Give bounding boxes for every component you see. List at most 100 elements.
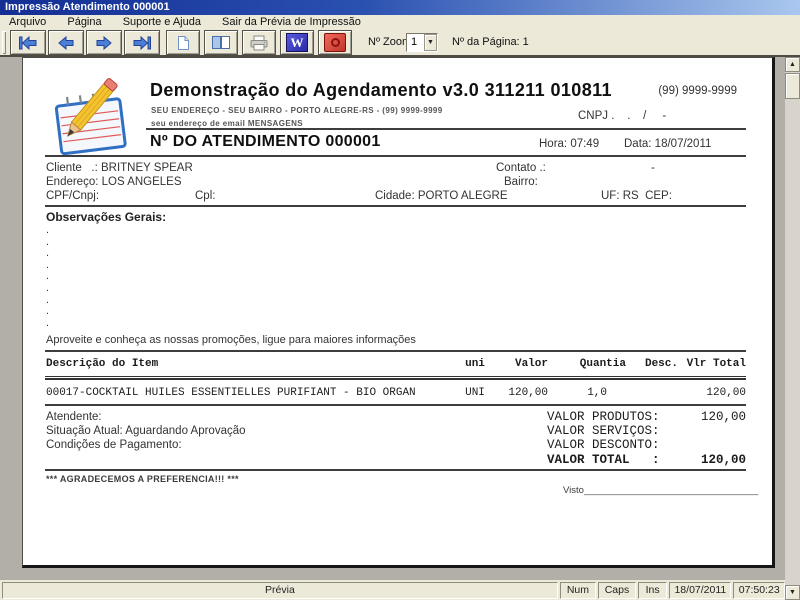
- signature-line: Visto_________________________________: [563, 485, 759, 496]
- word-icon: W: [286, 33, 308, 52]
- observation-dot-line: .: [46, 305, 50, 318]
- cpl-label: Cpl:: [195, 190, 216, 202]
- scroll-down-button[interactable]: ▼: [785, 585, 800, 600]
- printer-icon: [249, 35, 269, 51]
- item-descricao: 00017-COCKTAIL HUILES ESSENTIELLES PURIF…: [46, 387, 416, 399]
- last-page-icon: [132, 35, 152, 50]
- status-num-lock: Num: [559, 582, 596, 599]
- valor-servicos-label: VALOR SERVIÇOS:: [547, 424, 660, 438]
- status-bar: Prévia Num Caps Ins 18/07/2011 07:50:23: [0, 580, 785, 600]
- previous-page-icon: [56, 35, 76, 50]
- next-page-icon: [94, 35, 114, 50]
- scroll-down-icon: ▼: [789, 589, 796, 596]
- export-word-button[interactable]: W: [280, 30, 314, 55]
- status-insert: Ins: [637, 582, 668, 599]
- cpf-label: CPF/Cnpj:: [46, 190, 100, 202]
- company-address: SEU ENDEREÇO - SEU BAIRRO - PORTO ALEGRE…: [151, 106, 443, 115]
- menu-bar: Arquivo Página Suporte e Ajuda Sair da P…: [0, 15, 800, 29]
- city-label: Cidade:: [375, 190, 418, 202]
- observations-dots: . . . . . . . . .: [46, 224, 50, 329]
- toolbar-gripper[interactable]: [2, 31, 6, 54]
- status-date: 18/07/2011: [669, 582, 732, 599]
- valor-total-value: 120,00: [700, 453, 746, 467]
- two-page-icon: [211, 35, 231, 50]
- toolbar: W Nº Zoom 1 ▼ Nº da Página: 1: [0, 29, 800, 57]
- contact-label: Contato .:: [496, 162, 546, 174]
- document-page: Demonstração do Agendamento v3.0 311211 …: [22, 57, 775, 568]
- next-page-button[interactable]: [86, 30, 122, 55]
- observation-dot-line: .: [46, 270, 50, 283]
- order-divider: [45, 155, 746, 157]
- menu-suporte-e-ajuda[interactable]: Suporte e Ajuda: [114, 15, 210, 29]
- condicoes-label: Condições de Pagamento:: [46, 439, 182, 451]
- scrollbar-thumb[interactable]: [785, 73, 800, 99]
- company-phone: (99) 9999-9999: [658, 85, 737, 97]
- vertical-scrollbar[interactable]: ▲ ▼: [785, 57, 800, 600]
- notepad-pencil-logo: [47, 78, 139, 160]
- district-label: Bairro:: [504, 176, 538, 188]
- single-page-view-button[interactable]: [166, 30, 200, 55]
- menu-arquivo[interactable]: Arquivo: [0, 15, 55, 29]
- first-page-icon: [18, 35, 38, 50]
- close-preview-button[interactable]: [318, 30, 352, 55]
- zoom-label: Nº Zoom: [368, 36, 412, 48]
- order-date: Data: 18/07/2011: [624, 138, 712, 150]
- zoom-value: 1: [411, 36, 418, 48]
- client-address-row: Endereço: LOS ANGELES: [46, 176, 182, 188]
- totals-divider: [45, 469, 746, 471]
- observation-dot-line: .: [46, 224, 50, 236]
- status-time: 07:50:23: [733, 582, 785, 599]
- col-header-vlr-total: Vlr Total: [686, 358, 746, 370]
- header-divider: [146, 128, 746, 130]
- city-row: Cidade: PORTO ALEGRE: [375, 190, 508, 202]
- client-name-label: Cliente .:: [46, 162, 101, 174]
- report-title: Demonstração do Agendamento v3.0 311211 …: [150, 80, 612, 100]
- table-header-divider: [45, 376, 746, 380]
- observation-dot-line: .: [46, 293, 50, 306]
- valor-produtos-value: 120,00: [700, 410, 746, 424]
- attendance-number: Nº DO ATENDIMENTO 000001: [150, 133, 381, 150]
- chevron-down-icon[interactable]: ▼: [424, 34, 437, 51]
- scroll-up-button[interactable]: ▲: [785, 57, 800, 72]
- client-name-row: Cliente .: BRITNEY SPEAR: [46, 162, 193, 174]
- print-button[interactable]: [242, 30, 276, 55]
- menu-sair-da-previa[interactable]: Sair da Prévia de Impressão: [213, 15, 370, 29]
- status-mode: Prévia: [2, 582, 558, 599]
- client-address-label: Endereço:: [46, 176, 102, 188]
- item-vlr-total: 120,00: [706, 387, 746, 399]
- client-address-value: LOS ANGELES: [101, 176, 182, 188]
- observations-title: Observações Gerais:: [46, 210, 167, 224]
- situacao-value: Aguardando Aprovação: [125, 425, 246, 437]
- uf-cep-row: UF: RS CEP:: [601, 190, 672, 202]
- title-bar[interactable]: Impressão Atendimento 000001: [0, 0, 800, 15]
- zoom-select[interactable]: 1 ▼: [406, 33, 438, 52]
- col-header-valor: Valor: [514, 358, 548, 370]
- close-icon: [324, 33, 346, 52]
- previous-page-button[interactable]: [48, 30, 84, 55]
- company-cnpj: CNPJ . . / -: [578, 110, 667, 122]
- two-page-view-button[interactable]: [204, 30, 238, 55]
- valor-desconto-label: VALOR DESCONTO:: [547, 438, 660, 452]
- client-divider: [45, 205, 746, 207]
- atendente-label: Atendente:: [46, 411, 102, 423]
- observation-dot-line: .: [46, 235, 50, 248]
- observation-dot-line: .: [46, 281, 50, 294]
- last-page-button[interactable]: [124, 30, 160, 55]
- item-quantia: 1,0: [587, 387, 607, 399]
- single-page-icon: [176, 35, 190, 51]
- thanks-line: *** AGRADECEMOS A PREFERENCIA!!! ***: [46, 474, 239, 484]
- first-page-button[interactable]: [10, 30, 46, 55]
- table-bottom-divider: [45, 404, 746, 406]
- observation-dot-line: .: [46, 258, 50, 271]
- observation-dot-line: .: [46, 247, 50, 260]
- city-value: PORTO ALEGRE: [417, 190, 508, 202]
- window-title: Impressão Atendimento 000001: [5, 1, 170, 13]
- client-name-value: BRITNEY SPEAR: [100, 162, 193, 174]
- observation-dot-line: .: [46, 316, 50, 329]
- scroll-up-icon: ▲: [789, 61, 796, 68]
- status-caps-lock: Caps: [597, 582, 636, 599]
- menu-pagina[interactable]: Página: [58, 15, 110, 29]
- table-top-divider: [45, 350, 746, 352]
- situacao-row: Situação Atual: Aguardando Aprovação: [46, 425, 246, 437]
- situacao-label: Situação Atual:: [46, 425, 126, 437]
